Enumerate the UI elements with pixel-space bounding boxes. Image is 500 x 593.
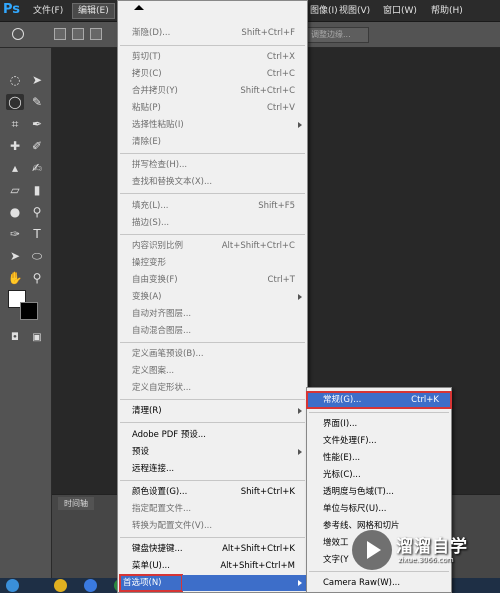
menu-item-presets[interactable]: 预设 — [118, 444, 307, 460]
eyedropper-icon[interactable]: ✒ — [28, 116, 46, 132]
shape-tool-icon[interactable]: ⬭ — [28, 248, 46, 264]
watermark-title: 溜溜自学 — [396, 537, 468, 557]
menu-separator — [120, 537, 305, 538]
submenu-arrow-icon — [298, 449, 302, 455]
clone-stamp-icon[interactable]: ▴ — [6, 160, 24, 176]
submenu-arrow-icon — [298, 408, 302, 414]
type-tool-icon[interactable]: T — [28, 226, 46, 242]
menu-separator — [309, 412, 449, 413]
menu-item-auto-align[interactable]: 自动对齐图层... — [118, 306, 307, 322]
photoshop-logo: Ps — [3, 2, 21, 17]
menu-separator — [120, 422, 305, 423]
menu-view[interactable]: 视图(V) — [334, 3, 375, 19]
tools-panel: ◌ ➤ ◯ ✎ ⌗ ✒ ✚ ✐ ▴ ✍ ▱ ▮ ● ⚲ ✑ T ➤ ⬭ ✋ ⚲ … — [0, 48, 52, 578]
menu-item-preferences-row[interactable] — [182, 575, 307, 591]
brush-tool-icon[interactable]: ✐ — [28, 138, 46, 154]
lasso-tool-icon[interactable]: ◯ — [6, 94, 24, 110]
start-button-icon[interactable] — [6, 579, 19, 592]
healing-brush-icon[interactable]: ✚ — [6, 138, 24, 154]
marquee-tool-icon[interactable]: ◌ — [6, 72, 24, 88]
add-selection-icon[interactable] — [72, 28, 84, 40]
refine-edge-button[interactable]: 调整边缘... — [307, 27, 369, 43]
menu-item-stroke[interactable]: 描边(S)... — [118, 215, 307, 231]
menu-item-define-pattern[interactable]: 定义图案... — [118, 363, 307, 379]
menu-window[interactable]: 窗口(W) — [378, 3, 422, 19]
blur-tool-icon[interactable]: ● — [6, 204, 24, 220]
lasso-icon[interactable] — [12, 28, 24, 40]
menu-item-adobe-pdf-presets[interactable]: Adobe PDF 预设... — [118, 427, 307, 443]
menu-item-remote-connections[interactable]: 远程连接... — [118, 461, 307, 477]
menu-item-spell-check[interactable]: 拼写检查(H)... — [118, 157, 307, 173]
taskbar-app-icon[interactable] — [54, 579, 67, 592]
play-icon — [352, 530, 392, 570]
dodge-tool-icon[interactable]: ⚲ — [28, 204, 46, 220]
gradient-icon[interactable]: ▮ — [28, 182, 46, 198]
submenu-arrow-icon — [298, 294, 302, 300]
path-select-icon[interactable]: ➤ — [6, 248, 24, 264]
menu-item-define-brush[interactable]: 定义画笔预设(B)... — [118, 346, 307, 362]
move-tool-icon[interactable]: ➤ — [28, 72, 46, 88]
menu-help[interactable]: 帮助(H) — [426, 3, 468, 19]
menu-item-content-aware-scale[interactable]: 内容识别比例 Alt+Shift+Ctrl+C — [118, 238, 307, 254]
background-color-swatch[interactable] — [20, 302, 38, 320]
menu-item-fade[interactable]: 渐隐(D)... Shift+Ctrl+F — [118, 25, 307, 41]
menu-item-performance[interactable]: 性能(E)... — [307, 450, 451, 466]
menu-separator — [120, 342, 305, 343]
menu-item-puppet-warp[interactable]: 操控变形 — [118, 255, 307, 271]
menu-separator — [120, 193, 305, 194]
menu-item-preferences[interactable]: 首选项(N) — [119, 574, 183, 592]
menu-item-auto-blend[interactable]: 自动混合图层... — [118, 323, 307, 339]
menu-separator — [120, 234, 305, 235]
scroll-up-arrow-icon[interactable] — [134, 5, 144, 10]
menu-item-copy[interactable]: 拷贝(C) Ctrl+C — [118, 66, 307, 82]
menu-item-cut[interactable]: 剪切(T) Ctrl+X — [118, 49, 307, 65]
submenu-arrow-icon — [298, 122, 302, 128]
taskbar-app-icon[interactable] — [84, 579, 97, 592]
tab-timeline[interactable]: 时间轴 — [58, 497, 94, 510]
new-selection-icon[interactable] — [54, 28, 66, 40]
menu-item-find-replace[interactable]: 查找和替换文本(X)... — [118, 174, 307, 190]
menu-item-clear[interactable]: 清除(E) — [118, 134, 307, 150]
menu-item-cursors[interactable]: 光标(C)... — [307, 467, 451, 483]
hand-tool-icon[interactable]: ✋ — [6, 270, 24, 286]
zoom-tool-icon[interactable]: ⚲ — [28, 270, 46, 286]
history-brush-icon[interactable]: ✍ — [28, 160, 46, 176]
submenu-arrow-icon — [298, 580, 302, 586]
menu-item-fill[interactable]: 填充(L)... Shift+F5 — [118, 198, 307, 214]
menu-item-units-rulers[interactable]: 单位与标尺(U)... — [307, 501, 451, 517]
menu-separator — [120, 45, 305, 46]
subtract-selection-icon[interactable] — [90, 28, 102, 40]
menu-item-transparency-gamut[interactable]: 透明度与色域(T)... — [307, 484, 451, 500]
menu-item-file-handling[interactable]: 文件处理(F)... — [307, 433, 451, 449]
crop-tool-icon[interactable]: ⌗ — [6, 116, 24, 132]
menu-item-paste-special[interactable]: 选择性粘贴(I) — [118, 117, 307, 133]
menu-item-transform[interactable]: 变换(A) — [118, 289, 307, 305]
eraser-icon[interactable]: ▱ — [6, 182, 24, 198]
menu-item-interface[interactable]: 界面(I)... — [307, 416, 451, 432]
menu-item-menus[interactable]: 菜单(U)... Alt+Shift+Ctrl+M — [118, 558, 307, 574]
menu-item-assign-profile[interactable]: 指定配置文件... — [118, 501, 307, 517]
menu-separator — [120, 480, 305, 481]
menu-item-purge[interactable]: 清理(R) — [118, 403, 307, 419]
edit-menu-dropdown: 渐隐(D)... Shift+Ctrl+F 剪切(T) Ctrl+X 拷贝(C) Ct… — [117, 0, 308, 593]
screen-mode-icon[interactable]: ▣ — [28, 330, 46, 346]
menu-item-color-settings[interactable]: 颜色设置(G)... Shift+Ctrl+K — [118, 484, 307, 500]
menu-item-copy-merged[interactable]: 合并拷贝(Y) Shift+Ctrl+C — [118, 83, 307, 99]
watermark: 溜溜自学 zixue.3066.com — [352, 528, 500, 578]
menu-separator — [120, 399, 305, 400]
menu-separator — [120, 153, 305, 154]
menu-file[interactable]: 文件(F) — [28, 3, 68, 19]
menu-item-free-transform[interactable]: 自由变换(F) Ctrl+T — [118, 272, 307, 288]
menu-item-convert-profile[interactable]: 转换为配置文件(V)... — [118, 518, 307, 534]
menu-edit[interactable]: 编辑(E) — [72, 3, 115, 19]
quick-mask-icon[interactable]: ◘ — [6, 330, 24, 346]
watermark-url: zixue.3066.com — [398, 556, 454, 564]
menu-item-general[interactable]: 常规(G)... Ctrl+K — [306, 391, 452, 409]
quick-select-icon[interactable]: ✎ — [28, 94, 46, 110]
pen-tool-icon[interactable]: ✑ — [6, 226, 24, 242]
menu-item-keyboard-shortcuts[interactable]: 键盘快捷键... Alt+Shift+Ctrl+K — [118, 541, 307, 557]
menu-item-define-shape[interactable]: 定义自定形状... — [118, 380, 307, 396]
menu-item-paste[interactable]: 粘贴(P) Ctrl+V — [118, 100, 307, 116]
